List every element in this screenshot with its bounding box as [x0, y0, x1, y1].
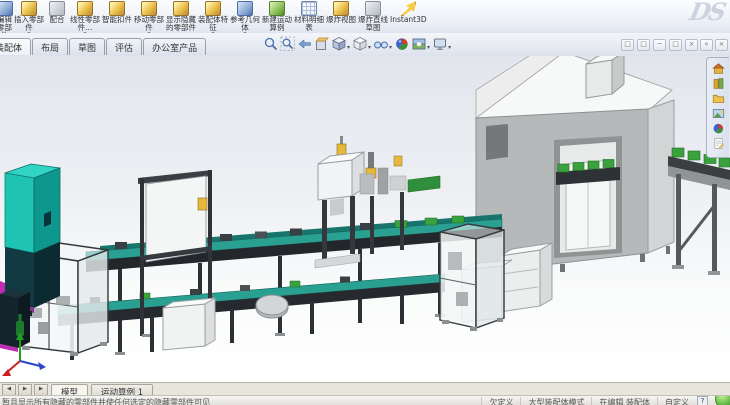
- chevron-down-icon[interactable]: ▾: [427, 44, 430, 51]
- task-pane-close-icon[interactable]: ×: [715, 39, 728, 51]
- chevron-down-icon[interactable]: ▾: [448, 44, 451, 51]
- custom-properties-tab[interactable]: [709, 136, 727, 150]
- status-editing-assembly: 在编辑 装配体: [591, 397, 657, 405]
- solidworks-window: 编辑零部件 插入零部件 ▾ 配合 线性零部件... ▾ 智能扣件 移动零部件 ▾…: [0, 0, 730, 405]
- task-pane-header-controls: « ×: [700, 39, 728, 51]
- console-table[interactable]: [163, 298, 215, 350]
- reference-geometry-icon: [237, 1, 253, 16]
- command-manager: 编辑零部件 插入零部件 ▾ 配合 线性零部件... ▾ 智能扣件 移动零部件 ▾…: [0, 0, 730, 34]
- chevron-down-icon[interactable]: ▾: [368, 44, 371, 51]
- tab-assembly[interactable]: 装配体: [0, 38, 31, 55]
- status-cells: 欠定义 大型装配体模式 在编辑 装配体 自定义: [481, 397, 696, 405]
- assembly-features-button[interactable]: 装配体特征 ▾: [197, 0, 229, 33]
- doc-close-button[interactable]: ×: [685, 39, 698, 51]
- apply-scene-icon[interactable]: [411, 36, 427, 52]
- motion-study-icon: [269, 1, 285, 16]
- file-explorer-tab[interactable]: [709, 91, 727, 105]
- explode-line-sketch-icon: [365, 1, 381, 16]
- rotary-table[interactable]: [256, 295, 288, 318]
- tab-evaluate[interactable]: 评估: [106, 38, 142, 55]
- linear-component-pattern-button[interactable]: 线性零部件... ▾: [69, 0, 101, 33]
- show-hidden-components-button[interactable]: 显示隐藏的零部件: [165, 0, 197, 33]
- view-settings-icon[interactable]: [432, 36, 448, 52]
- assembly-features-icon: [205, 1, 221, 16]
- doc-restore-button[interactable]: □: [669, 39, 682, 51]
- status-under-defined: 欠定义: [481, 397, 520, 405]
- tab-office-products[interactable]: 办公室产品: [143, 38, 206, 55]
- ribbon-tab-row: 装配体 布局 草图 评估 办公室产品: [0, 33, 730, 57]
- smart-fasteners-button[interactable]: 智能扣件: [101, 0, 133, 33]
- instant3d-icon: [400, 1, 416, 16]
- new-motion-study-button[interactable]: 新建运动算例: [261, 0, 293, 33]
- picture-icon: [712, 107, 725, 120]
- control-cabinet[interactable]: [0, 289, 30, 352]
- insert-component-icon: [21, 1, 37, 16]
- tab-layout[interactable]: 布局: [32, 38, 68, 55]
- reference-geometry-button[interactable]: 参考几何体 ▾: [229, 0, 261, 33]
- mate-button[interactable]: 配合: [45, 0, 69, 33]
- notification-ball-icon: [715, 395, 730, 405]
- doc-tile-button[interactable]: □: [637, 39, 650, 51]
- mate-icon: [49, 1, 65, 16]
- display-style-icon[interactable]: [352, 36, 368, 52]
- exploded-view-icon: [333, 1, 349, 16]
- bom-icon: [301, 1, 317, 16]
- section-view-icon[interactable]: [314, 36, 330, 52]
- status-bar: 暂且显示所有隐藏的零部件并使任何选定的隐藏零部件可见 欠定义 大型装配体模式 在…: [0, 395, 730, 405]
- folder-icon: [712, 92, 725, 105]
- help-icon[interactable]: ?: [697, 396, 708, 405]
- document-icon: [712, 137, 725, 150]
- guard-cage-right[interactable]: [440, 224, 504, 331]
- status-custom[interactable]: 自定义: [657, 397, 696, 405]
- exploded-view-button[interactable]: 爆炸视图: [325, 0, 357, 33]
- appearances-scenes-tab[interactable]: [709, 121, 727, 135]
- tab-sketch[interactable]: 草图: [69, 38, 105, 55]
- document-window-controls: □ □ ─ □ ×: [621, 39, 698, 51]
- heads-up-view-toolbar: ▾ ▾ ▾: [263, 36, 452, 52]
- status-large-assembly-mode: 大型装配体模式: [520, 397, 591, 405]
- edit-component-icon: [0, 1, 13, 16]
- bill-of-materials-button[interactable]: 材料明细表: [293, 0, 325, 33]
- show-hidden-icon: [173, 1, 189, 16]
- ribbon-tabs: 装配体 布局 草图 评估 办公室产品: [0, 38, 207, 55]
- move-component-button[interactable]: 移动零部件 ▾: [133, 0, 165, 33]
- dassault-systemes-logo: DS: [687, 0, 727, 26]
- chevron-down-icon[interactable]: ▾: [389, 44, 392, 51]
- zoom-to-area-icon[interactable]: [280, 36, 296, 52]
- return-conveyor[interactable]: [58, 274, 445, 360]
- hide-show-items-icon[interactable]: [373, 36, 389, 52]
- explode-line-sketch-button[interactable]: 爆炸直线草图: [357, 0, 389, 33]
- appearance-ball-icon: [712, 122, 725, 135]
- chevron-down-icon[interactable]: ▾: [347, 44, 350, 51]
- task-pane-strip: [706, 57, 729, 158]
- model-tab-bar: ◀ ▶ ▶ 模型 运动算例 1: [0, 382, 730, 396]
- smart-fasteners-icon: [109, 1, 125, 16]
- insert-components-button[interactable]: 插入零部件 ▾: [13, 0, 45, 33]
- instant3d-button[interactable]: Instant3D: [389, 0, 428, 33]
- linear-pattern-icon: [77, 1, 93, 16]
- move-component-icon: [141, 1, 157, 16]
- home-icon: [712, 62, 725, 75]
- main-enclosure[interactable]: [476, 56, 674, 281]
- outfeed-conveyor[interactable]: [668, 148, 730, 275]
- view-orientation-icon[interactable]: [331, 36, 347, 52]
- graphics-viewport[interactable]: [0, 56, 730, 384]
- design-library-tab[interactable]: [709, 76, 727, 90]
- previous-view-icon[interactable]: [297, 36, 313, 52]
- zoom-to-fit-icon[interactable]: [263, 36, 279, 52]
- edit-component-button[interactable]: 编辑零部件: [0, 0, 13, 33]
- status-message: 暂且显示所有隐藏的零部件并使任何选定的隐藏零部件可见: [2, 397, 210, 405]
- doc-cascade-button[interactable]: □: [621, 39, 634, 51]
- view-palette-tab[interactable]: [709, 106, 727, 120]
- books-icon: [712, 77, 725, 90]
- task-pane-expand-icon[interactable]: «: [700, 39, 713, 51]
- solidworks-resources-tab[interactable]: [709, 61, 727, 75]
- doc-minimize-button[interactable]: ─: [653, 39, 666, 51]
- assembly-model[interactable]: [0, 56, 730, 384]
- edit-appearance-icon[interactable]: [394, 36, 410, 52]
